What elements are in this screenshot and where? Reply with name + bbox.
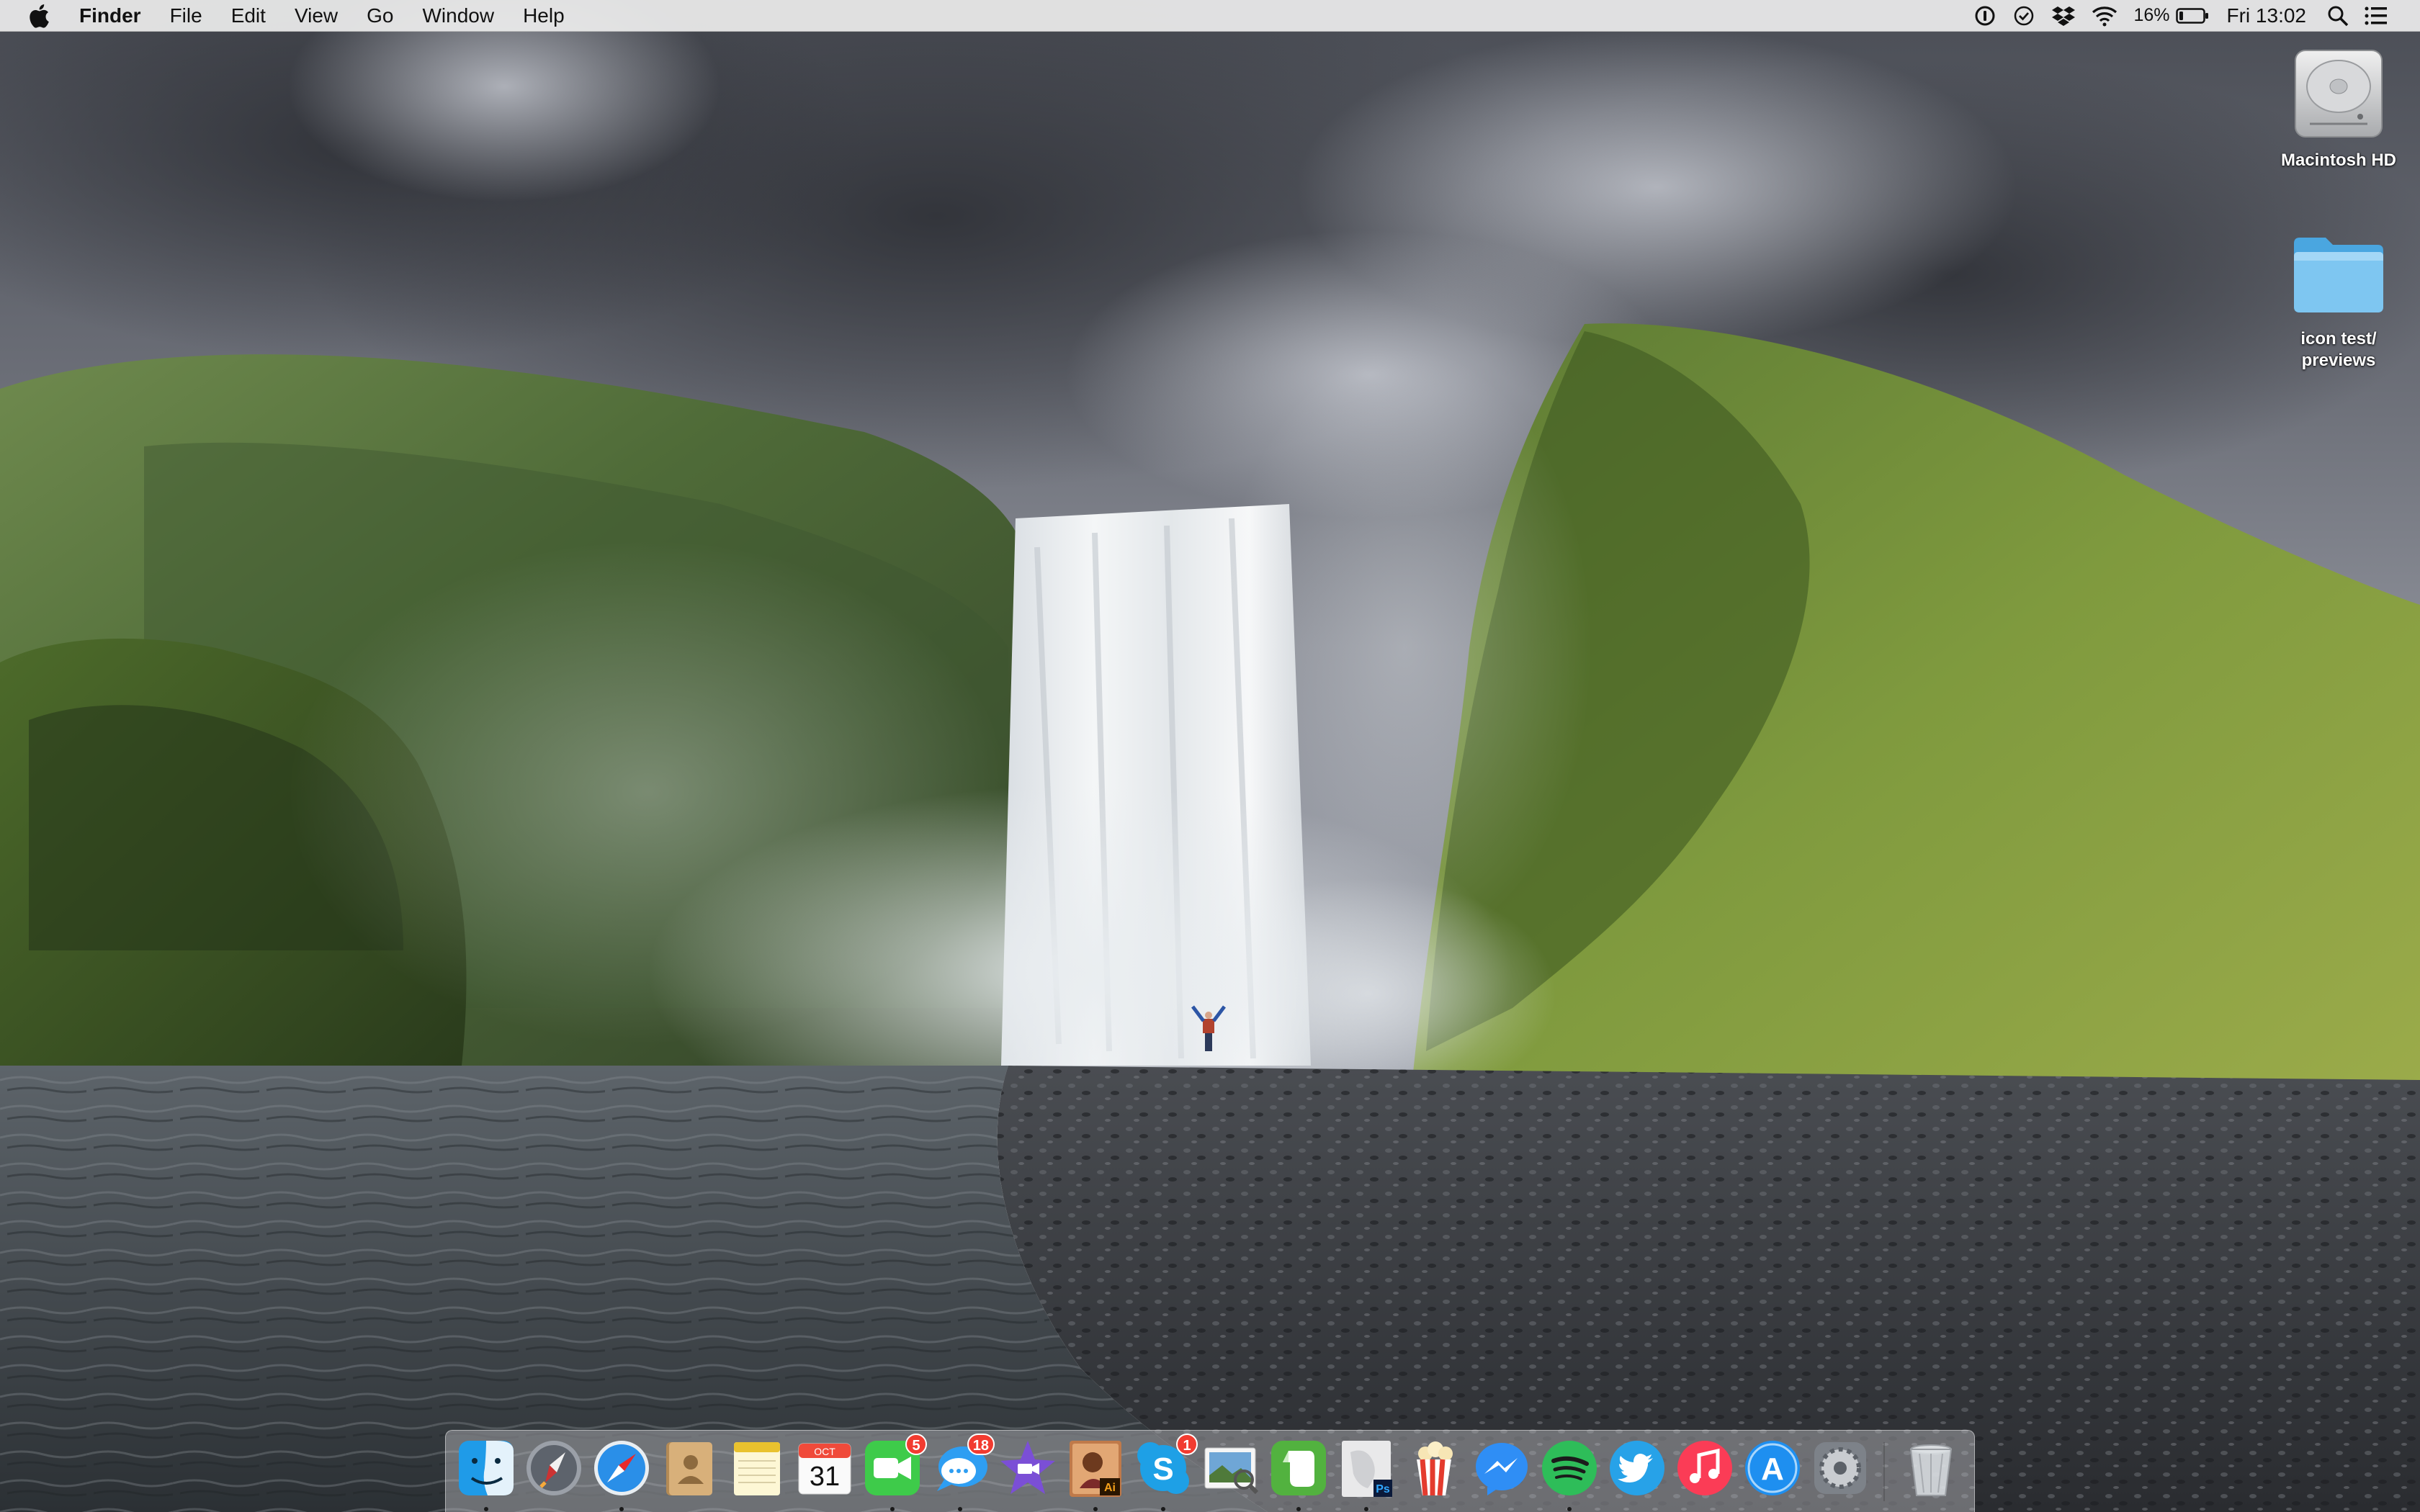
system-preferences-icon: [1814, 1442, 1866, 1494]
hard-drive-icon: [2295, 50, 2383, 138]
preview-icon: [1204, 1447, 1259, 1495]
dock-item-facetime[interactable]: 5: [862, 1434, 927, 1511]
illustrator-glyph: Ai: [1104, 1482, 1116, 1494]
running-indicator: [1296, 1507, 1301, 1511]
dock-item-twitter[interactable]: [1607, 1438, 1667, 1498]
running-indicator: [619, 1507, 624, 1511]
battery-status[interactable]: 16%: [2125, 0, 2216, 32]
menu-clock[interactable]: Fri 13:02: [2217, 0, 2320, 32]
launchpad-icon: [526, 1441, 581, 1495]
1password-icon[interactable]: [1966, 0, 2004, 32]
running-indicator: [1567, 1507, 1572, 1511]
calendar-icon: OCT 31: [798, 1443, 851, 1495]
running-indicator: [958, 1507, 962, 1511]
running-indicator: [1093, 1507, 1098, 1511]
dock-item-app-store[interactable]: A: [1742, 1438, 1803, 1498]
dock-item-notes[interactable]: [727, 1438, 787, 1498]
desktop-icon-folder[interactable]: icon test/ previews: [2270, 223, 2407, 372]
app-store-glyph: A: [1761, 1452, 1784, 1487]
menu-edit[interactable]: Edit: [217, 0, 280, 32]
dock: OCT 31 5 18 Ai S 1 Ps A: [445, 1430, 1975, 1512]
dropbox-icon[interactable]: [2043, 0, 2084, 32]
dock-item-photoshop[interactable]: Ps: [1336, 1438, 1397, 1511]
calendar-day: 31: [810, 1462, 840, 1492]
calendar-month: OCT: [814, 1446, 835, 1457]
apple-logo-icon[interactable]: [24, 1, 53, 30]
safari-icon: [594, 1441, 649, 1495]
popcorn-icon: [1417, 1441, 1453, 1496]
notes-icon: [734, 1442, 780, 1495]
messenger-icon: [1476, 1443, 1528, 1495]
dock-separator: [1883, 1442, 1885, 1501]
dock-item-skype[interactable]: S 1: [1133, 1434, 1198, 1511]
dock-item-messenger[interactable]: [1471, 1438, 1532, 1498]
dock-item-finder[interactable]: [456, 1438, 516, 1511]
dock-item-safari[interactable]: [591, 1438, 652, 1511]
running-indicator: [484, 1507, 488, 1511]
dock-item-imovie[interactable]: [998, 1438, 1058, 1498]
menu-view[interactable]: View: [280, 0, 352, 32]
contacts-icon: [666, 1442, 712, 1495]
imovie-icon: [1000, 1441, 1055, 1494]
dock-item-evernote[interactable]: [1268, 1438, 1329, 1511]
dock-item-launchpad[interactable]: [524, 1438, 584, 1498]
app-store-icon: A: [1745, 1441, 1800, 1495]
notification-badge: 1: [1176, 1434, 1198, 1455]
desktop-icon-label: Macintosh HD: [2280, 150, 2396, 170]
battery-percent: 16%: [2133, 5, 2170, 25]
photoshop-icon: Ps: [1342, 1441, 1392, 1497]
illustrator-icon: Ai: [1070, 1441, 1121, 1497]
running-indicator: [1364, 1507, 1368, 1511]
checkmark-app-icon[interactable]: [2004, 0, 2043, 32]
desktop-wallpaper: [0, 0, 2420, 1512]
dock-item-itunes[interactable]: [1675, 1438, 1735, 1498]
menu-app-name[interactable]: Finder: [72, 0, 156, 32]
dock-item-trash[interactable]: [1901, 1438, 1961, 1498]
folder-icon: [2294, 238, 2383, 312]
notification-badge: 5: [905, 1434, 927, 1455]
wifi-icon[interactable]: [2084, 0, 2125, 32]
running-indicator: [1161, 1507, 1165, 1511]
finder-icon: [459, 1441, 514, 1495]
menu-file[interactable]: File: [156, 0, 217, 32]
dock-item-spotify[interactable]: [1539, 1438, 1600, 1511]
twitter-icon: [1610, 1441, 1664, 1495]
dock-item-popcorn-time[interactable]: [1404, 1438, 1464, 1498]
menu-go[interactable]: Go: [352, 0, 408, 32]
skype-glyph: S: [1152, 1452, 1173, 1487]
spotify-icon: [1542, 1441, 1597, 1495]
menu-bar: Finder File Edit View Go Window Help 16%: [0, 0, 2420, 32]
dock-item-illustrator[interactable]: Ai: [1065, 1438, 1126, 1511]
running-indicator: [890, 1507, 895, 1511]
dock-item-contacts[interactable]: [659, 1438, 720, 1498]
dock-item-messages[interactable]: 18: [930, 1434, 995, 1511]
notification-center-icon[interactable]: [2357, 0, 2396, 32]
dock-item-preview[interactable]: [1201, 1438, 1261, 1498]
photoshop-glyph: Ps: [1376, 1483, 1390, 1495]
menu-window[interactable]: Window: [408, 0, 508, 32]
menu-help[interactable]: Help: [508, 0, 579, 32]
battery-icon: [2175, 7, 2208, 24]
spotlight-search-icon[interactable]: [2319, 0, 2357, 32]
desktop-icon-macintosh-hd[interactable]: Macintosh HD: [2270, 45, 2407, 171]
notification-badge: 18: [967, 1434, 995, 1455]
dock-item-system-preferences[interactable]: [1810, 1438, 1870, 1498]
evernote-icon: [1271, 1441, 1326, 1495]
desktop-icon-label: icon test/ previews: [2300, 329, 2377, 370]
dock-item-calendar[interactable]: OCT 31: [794, 1438, 855, 1498]
trash-icon: [1909, 1444, 1953, 1496]
itunes-icon: [1677, 1441, 1732, 1495]
